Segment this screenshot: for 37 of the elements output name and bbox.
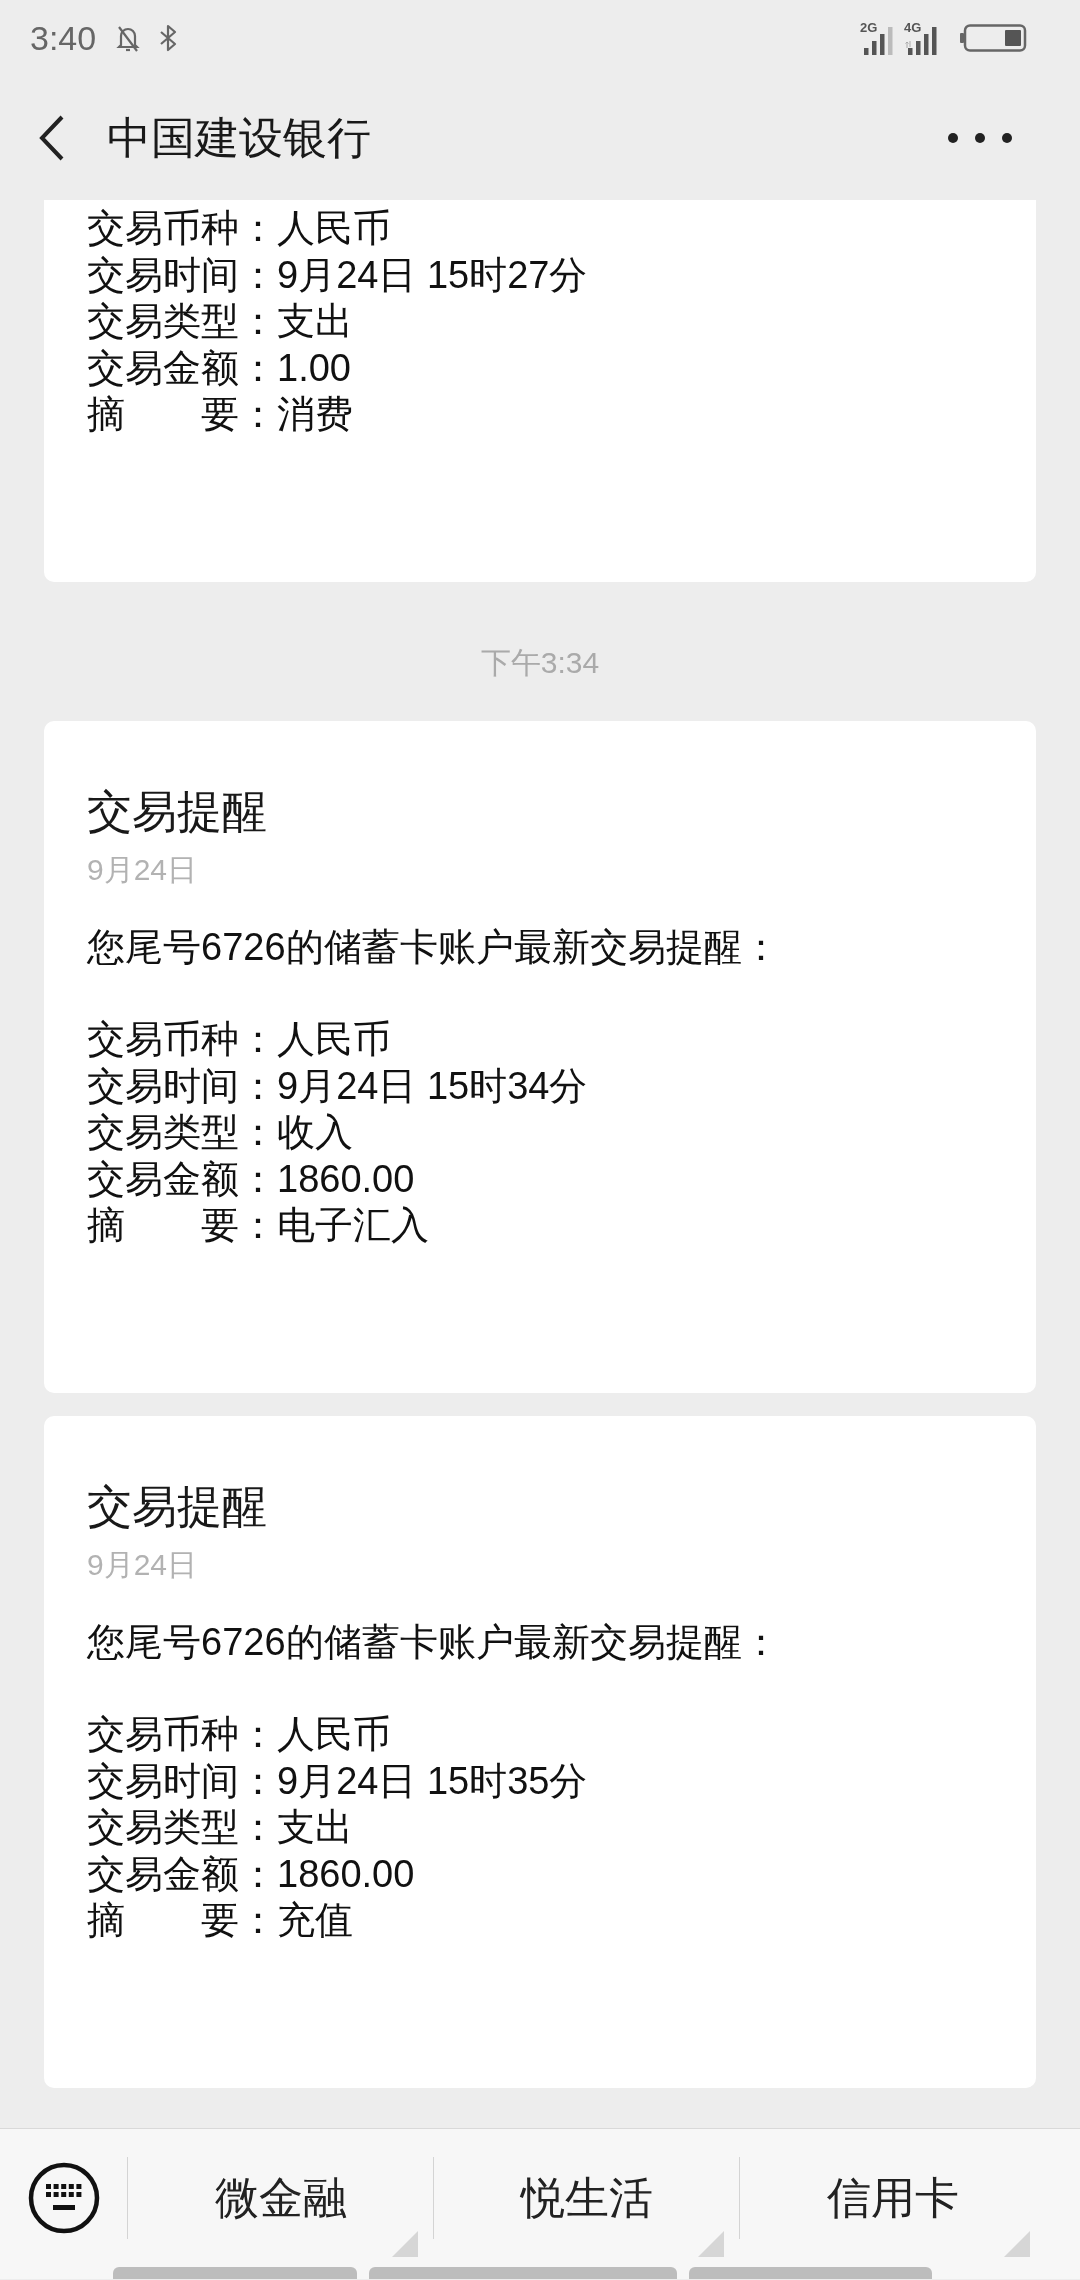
detail-line: 交易时间：9月24日 15时35分 — [87, 1758, 589, 1804]
back-button[interactable] — [39, 114, 65, 161]
message-date: 9月24日 — [87, 1546, 199, 1583]
menu-button[interactable]: 微金融 — [128, 2129, 433, 2267]
detail-line: 交易金额：1860.00 — [87, 1156, 416, 1202]
detail-line: 交易类型：支出 — [87, 1805, 354, 1850]
message-title: 交易提醒 — [87, 784, 268, 839]
corner-triangle-icon — [1004, 2231, 1030, 2257]
network-type-label: 2G — [860, 20, 878, 34]
keyboard-icon — [27, 2162, 100, 2234]
keyboard-button[interactable] — [27, 2162, 100, 2234]
detail-line: 交易时间：9月24日 15时34分 — [87, 1063, 589, 1109]
message-intro: 您尾号6726的储蓄卡账户最新交易提醒： — [87, 924, 781, 970]
message-date: 9月24日 — [87, 851, 199, 888]
chat-title: 中国建设银行 — [107, 111, 371, 164]
detail-line: 交易时间：9月24日 15时27分 — [87, 252, 589, 298]
status-time: 3:40 — [30, 17, 97, 58]
more-button[interactable] — [947, 131, 1013, 144]
detail-line: 摘 要：电子汇入 — [87, 1203, 430, 1248]
message-title: 交易提醒 — [87, 1479, 268, 1534]
corner-triangle-icon — [392, 2231, 418, 2257]
detail-line: 交易币种：人民币 — [87, 1712, 392, 1757]
detail-line: 交易币种：人民币 — [87, 206, 392, 251]
message-intro: 您尾号6726的储蓄卡账户最新交易提醒： — [87, 1619, 781, 1665]
detail-line: 交易类型：收入 — [87, 1110, 354, 1155]
detail-line: 交易币种：人民币 — [87, 1017, 392, 1062]
detail-line: 交易金额：1.00 — [87, 345, 352, 391]
detail-line: 摘 要：消费 — [87, 392, 354, 437]
message-timestamp: 下午3:34 — [480, 644, 600, 681]
network-type-label: 4G — [904, 20, 922, 34]
menu-button[interactable]: 悦生活 — [434, 2129, 739, 2267]
battery-icon — [960, 23, 1027, 52]
menu-button[interactable]: 信用卡 — [740, 2129, 1045, 2267]
detail-line: 交易金额：1860.00 — [87, 1851, 416, 1897]
corner-triangle-icon — [698, 2231, 724, 2257]
detail-line: 摘 要：充值 — [87, 1898, 354, 1943]
detail-line: 交易类型：支出 — [87, 299, 354, 344]
